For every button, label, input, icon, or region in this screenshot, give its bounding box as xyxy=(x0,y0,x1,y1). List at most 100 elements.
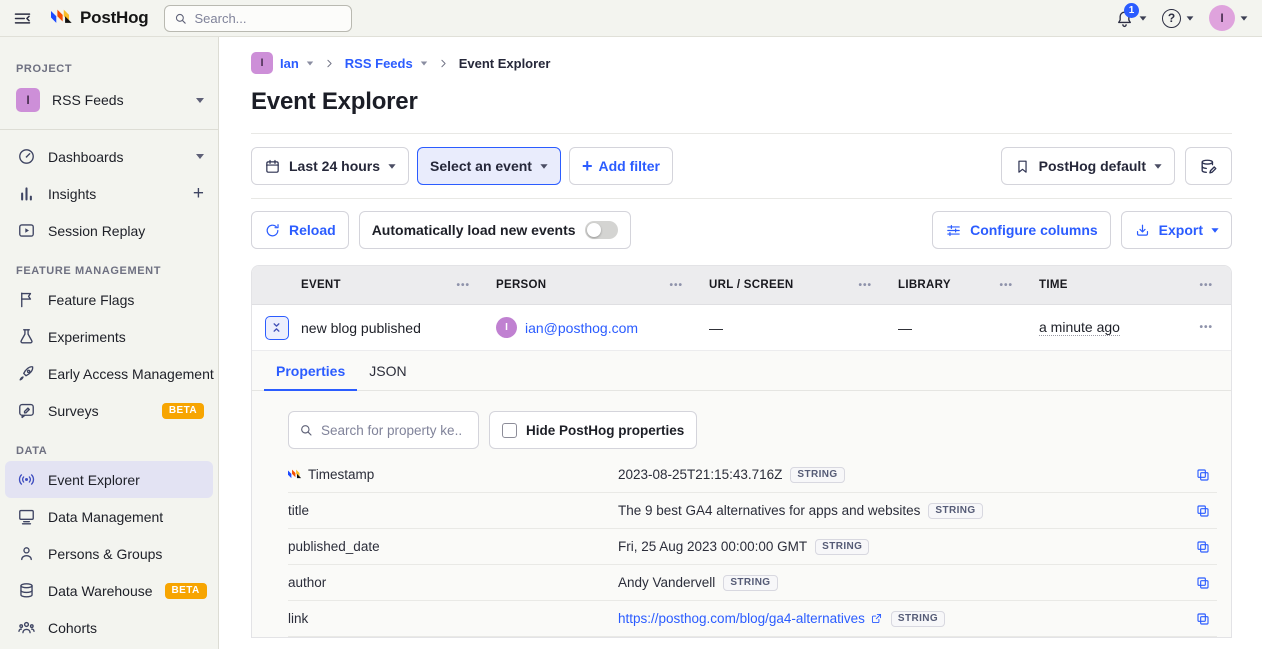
monitor-icon xyxy=(16,507,36,527)
global-search-input[interactable] xyxy=(194,11,324,26)
checkbox-icon[interactable] xyxy=(502,423,517,438)
sidebar-item-surveys[interactable]: Surveys BETA xyxy=(0,392,218,429)
column-menu-icon[interactable]: ••• xyxy=(999,280,1013,291)
search-icon xyxy=(298,422,314,438)
property-row: Timestamp 2023-08-25T21:15:43.716Z STRIN… xyxy=(288,457,1217,493)
copy-icon[interactable] xyxy=(1187,503,1217,519)
add-filter-button[interactable]: + Add filter xyxy=(569,147,673,185)
project-avatar: I xyxy=(16,88,40,112)
edit-source-button[interactable] xyxy=(1185,147,1232,185)
property-value: The 9 best GA4 alternatives for apps and… xyxy=(618,503,920,518)
sidebar-item-cohorts[interactable]: Cohorts xyxy=(0,609,218,646)
notifications-menu[interactable]: 1 xyxy=(1115,9,1147,28)
chevron-down-icon xyxy=(1211,228,1218,233)
hide-posthog-properties[interactable]: Hide PostHog properties xyxy=(489,411,697,449)
property-search[interactable] xyxy=(288,411,479,449)
event-row: new blog published I ian@posthog.com — —… xyxy=(252,305,1231,351)
column-menu-icon[interactable]: ••• xyxy=(1199,280,1213,291)
sidebar-item-data-management[interactable]: Data Management xyxy=(0,498,218,535)
flask-icon xyxy=(16,327,36,347)
global-search[interactable] xyxy=(164,5,352,32)
property-value: Andy Vandervell xyxy=(618,575,715,590)
new-insight-plus-icon[interactable]: + xyxy=(193,184,204,203)
collapse-row-button[interactable] xyxy=(265,316,289,340)
sidebar-section-project: PROJECT xyxy=(16,63,202,75)
copy-icon[interactable] xyxy=(1187,539,1217,555)
sidebar-item-event-explorer[interactable]: Event Explorer xyxy=(5,461,213,498)
property-row: author Andy Vandervell STRING xyxy=(288,565,1217,601)
sidebar-item-session-replay[interactable]: Session Replay xyxy=(0,212,218,249)
copy-icon[interactable] xyxy=(1187,467,1217,483)
page-title: Event Explorer xyxy=(251,88,1232,116)
beta-badge: BETA xyxy=(165,583,207,599)
event-detail-panel: Properties JSON Hide PostHog properties xyxy=(252,351,1231,637)
copy-icon[interactable] xyxy=(1187,575,1217,591)
sidebar-item-insights[interactable]: Insights + xyxy=(0,175,218,212)
user-menu[interactable]: I xyxy=(1209,5,1248,31)
select-event-button[interactable]: Select an event xyxy=(417,147,561,185)
play-screen-icon xyxy=(16,221,36,241)
date-range-button[interactable]: Last 24 hours xyxy=(251,147,409,185)
breadcrumb-project[interactable]: RSS Feeds xyxy=(345,56,413,71)
saved-view-button[interactable]: PostHog default xyxy=(1001,147,1175,185)
column-header-library: LIBRARY xyxy=(898,279,951,291)
reload-button[interactable]: Reload xyxy=(251,211,349,249)
help-icon: ? xyxy=(1162,9,1181,28)
events-table: EVENT ••• PERSON ••• URL / SCREEN ••• LIBRA… xyxy=(251,265,1232,638)
autoload-toggle[interactable] xyxy=(585,221,618,239)
breadcrumb-current: Event Explorer xyxy=(459,56,551,71)
chevron-down-icon xyxy=(388,164,395,169)
url-cell: — xyxy=(709,320,723,336)
table-toolbar: Reload Automatically load new events Con… xyxy=(251,199,1232,254)
project-switcher[interactable]: I RSS Feeds xyxy=(0,79,218,121)
type-badge: STRING xyxy=(723,575,777,591)
notification-badge: 1 xyxy=(1124,3,1139,18)
external-link-icon xyxy=(870,612,883,625)
export-button[interactable]: Export xyxy=(1121,211,1232,249)
bookmark-icon xyxy=(1014,158,1031,175)
person-email-link[interactable]: ian@posthog.com xyxy=(525,320,638,336)
row-menu-icon[interactable]: ••• xyxy=(1199,322,1213,333)
chevron-down-icon[interactable] xyxy=(421,61,427,65)
autoload-label: Automatically load new events xyxy=(372,222,576,238)
main-content: I Ian RSS Feeds Event Explorer Event Exp… xyxy=(219,37,1262,649)
sidebar-item-persons-groups[interactable]: Persons & Groups xyxy=(0,535,218,572)
table-header-row: EVENT ••• PERSON ••• URL / SCREEN ••• LIBRA… xyxy=(252,266,1231,305)
tab-properties[interactable]: Properties xyxy=(264,351,357,390)
property-search-input[interactable] xyxy=(321,423,461,438)
help-menu[interactable]: ? xyxy=(1162,9,1194,28)
sidebar-item-dashboards[interactable]: Dashboards xyxy=(0,138,218,175)
column-header-person: PERSON xyxy=(496,279,546,291)
posthog-logo[interactable]: PostHog xyxy=(51,8,148,28)
posthog-property-icon xyxy=(288,469,302,481)
column-menu-icon[interactable]: ••• xyxy=(669,280,683,291)
property-row: title The 9 best GA4 alternatives for ap… xyxy=(288,493,1217,529)
sidebar-item-experiments[interactable]: Experiments xyxy=(0,318,218,355)
sidebar-section-data: DATA xyxy=(16,445,202,457)
person-avatar: I xyxy=(496,317,517,338)
chevron-down-icon xyxy=(1140,16,1147,20)
chevron-down-icon[interactable] xyxy=(307,61,313,65)
property-key: published_date xyxy=(288,539,380,554)
configure-columns-button[interactable]: Configure columns xyxy=(932,211,1111,249)
search-icon xyxy=(173,11,188,26)
column-menu-icon[interactable]: ••• xyxy=(858,280,872,291)
database-edit-icon xyxy=(1199,157,1218,176)
sidebar-toggle-button[interactable] xyxy=(12,8,33,29)
event-time: a minute ago xyxy=(1039,319,1120,336)
tab-json[interactable]: JSON xyxy=(357,351,418,390)
column-header-url: URL / SCREEN xyxy=(709,279,794,291)
sliders-icon xyxy=(945,222,962,239)
chevron-down-icon[interactable] xyxy=(196,154,204,159)
column-header-event: EVENT xyxy=(301,279,341,291)
bar-chart-icon xyxy=(16,184,36,204)
copy-icon[interactable] xyxy=(1187,611,1217,627)
column-menu-icon[interactable]: ••• xyxy=(456,280,470,291)
sidebar-item-early-access[interactable]: Early Access Management xyxy=(0,355,218,392)
sidebar-item-feature-flags[interactable]: Feature Flags xyxy=(0,281,218,318)
sidebar-item-data-warehouse[interactable]: Data Warehouse BETA xyxy=(0,572,218,609)
survey-message-icon xyxy=(16,401,36,421)
breadcrumb-org[interactable]: Ian xyxy=(280,56,299,71)
property-value-link[interactable]: https://posthog.com/blog/ga4-alternative… xyxy=(618,611,883,626)
sidebar-collapse-icon xyxy=(12,8,33,29)
